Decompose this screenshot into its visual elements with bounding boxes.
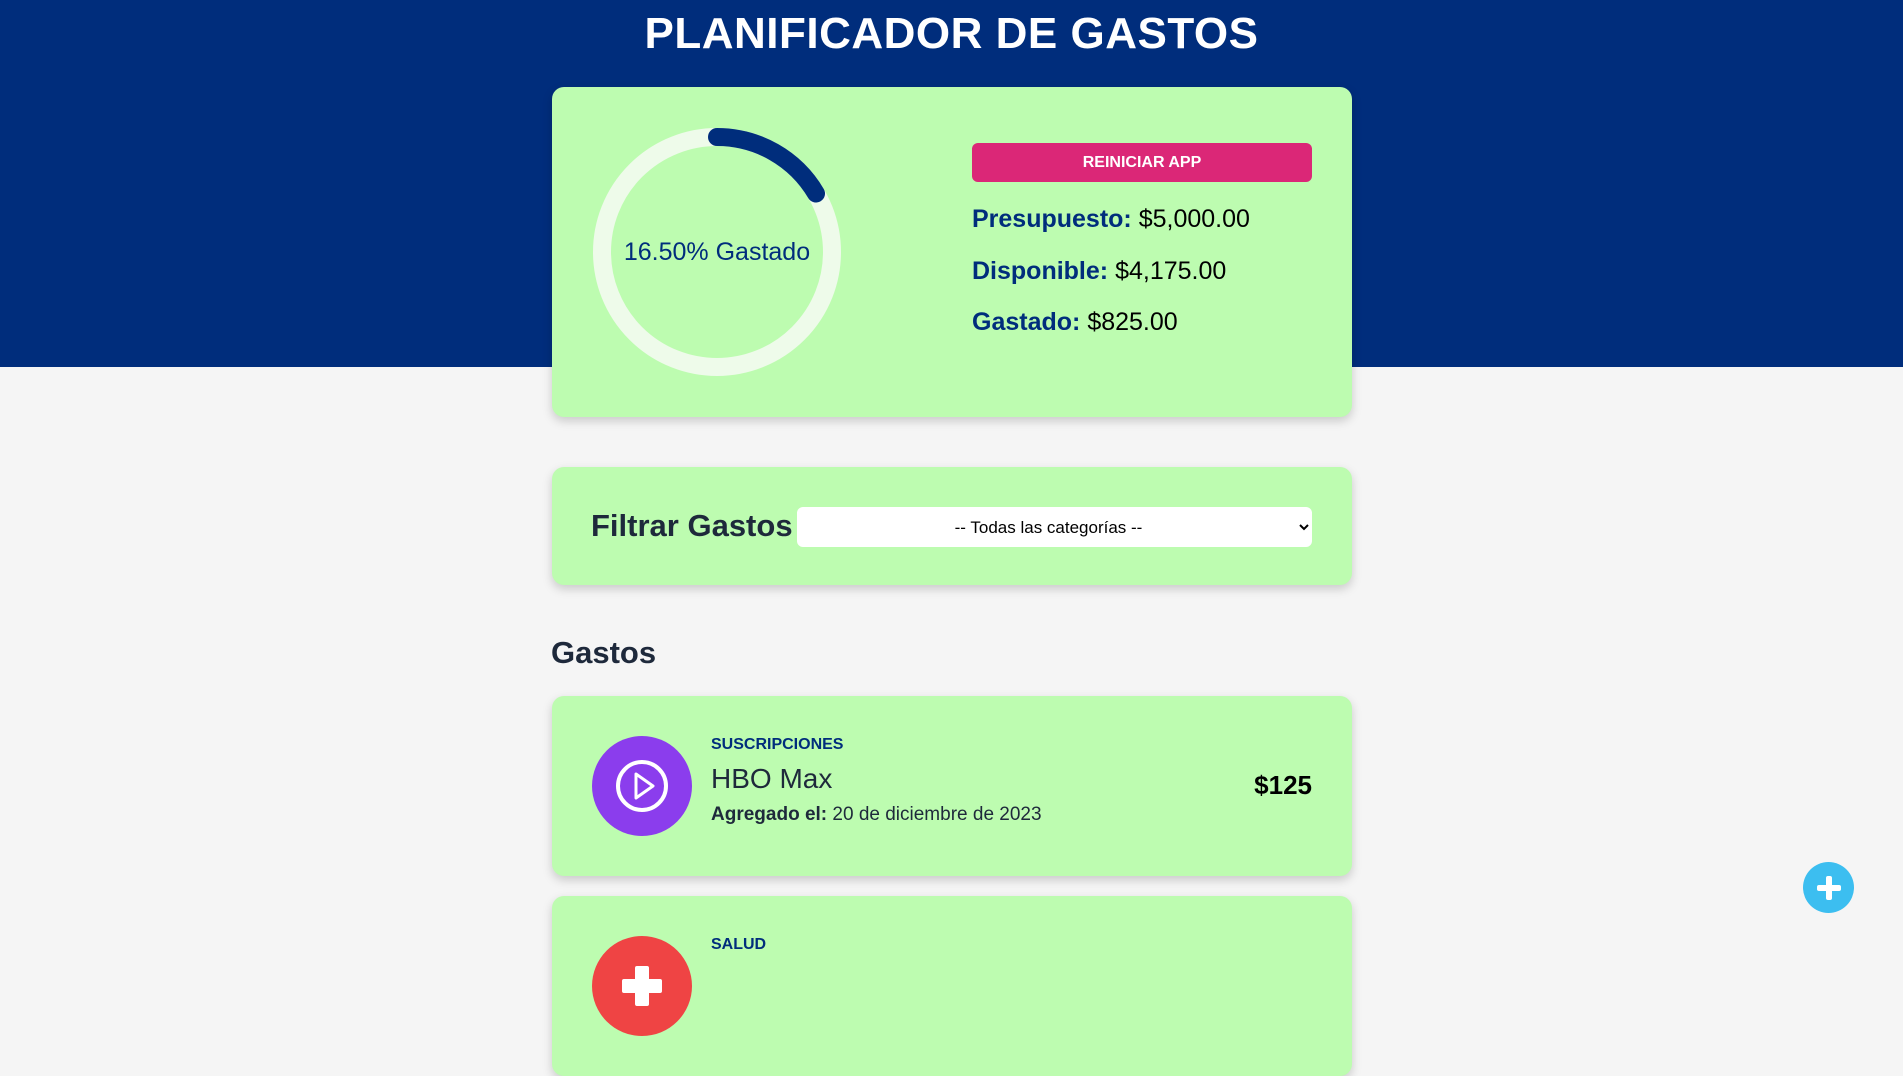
budget-line: Presupuesto: $5,000.00 xyxy=(972,204,1250,234)
category-subscriptions-badge xyxy=(592,736,692,836)
budget-card: 16.50% Gastado REINICIAR APP Presupuesto… xyxy=(552,87,1352,417)
budget-progress-donut: 16.50% Gastado xyxy=(592,127,842,377)
plus-icon xyxy=(1816,875,1841,900)
expense-category: SUSCRIPCIONES xyxy=(711,736,844,753)
available-key: Disponible: xyxy=(972,257,1109,285)
reset-app-button[interactable]: REINICIAR APP xyxy=(972,143,1312,182)
expense-item[interactable]: SALUD xyxy=(552,896,1352,1076)
add-expense-button[interactable] xyxy=(1803,862,1854,913)
expense-item[interactable]: SUSCRIPCIONES HBO Max Agregado el: 20 de… xyxy=(552,696,1352,876)
expenses-section-title: Gastos xyxy=(551,635,657,670)
expense-amount: $125 xyxy=(1254,770,1312,800)
health-icon xyxy=(622,966,662,1006)
expense-date: 20 de diciembre de 2023 xyxy=(832,804,1042,825)
expense-date-key: Agregado el: xyxy=(711,804,828,825)
spent-line: Gastado: $825.00 xyxy=(972,307,1178,337)
budget-key: Presupuesto: xyxy=(972,205,1132,233)
page-title: PLANIFICADOR DE GASTOS xyxy=(644,9,1259,58)
budget-value: $5,000.00 xyxy=(1138,205,1250,233)
filter-title: Filtrar Gastos xyxy=(591,508,793,543)
category-health-badge xyxy=(592,936,692,1036)
available-value: $4,175.00 xyxy=(1115,257,1227,285)
expense-name: HBO Max xyxy=(711,763,833,794)
filter-card: Filtrar Gastos -- Todas las categorías -… xyxy=(552,467,1352,585)
expense-date-line: Agregado el: 20 de diciembre de 2023 xyxy=(711,803,1042,827)
play-icon xyxy=(616,760,668,812)
expense-category: SALUD xyxy=(711,936,767,953)
progress-label: 16.50% Gastado xyxy=(623,238,811,266)
spent-value: $825.00 xyxy=(1087,308,1178,336)
category-filter-select[interactable]: -- Todas las categorías -- xyxy=(797,507,1312,547)
available-line: Disponible: $4,175.00 xyxy=(972,256,1226,286)
spent-key: Gastado: xyxy=(972,308,1081,336)
